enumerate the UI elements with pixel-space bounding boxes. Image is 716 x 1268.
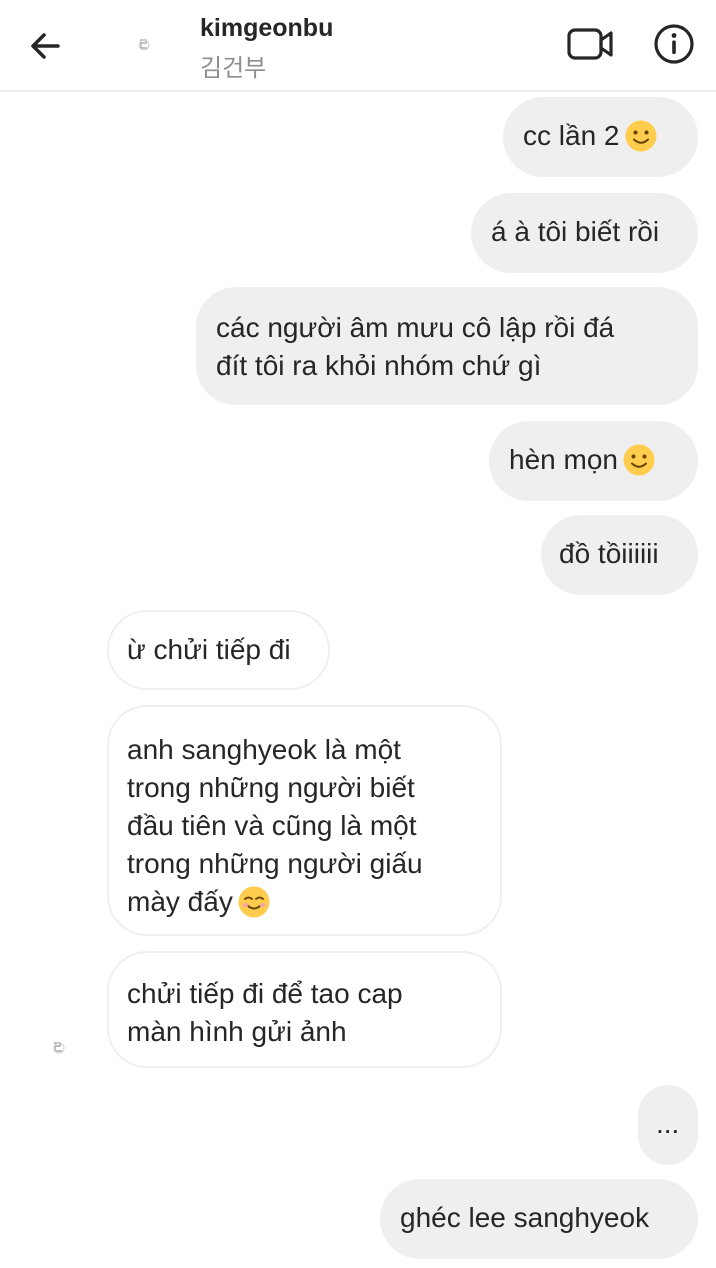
avatar[interactable] [44, 1034, 74, 1062]
message-text-line: chửi tiếp đi để tao cap [127, 978, 403, 1009]
avatar[interactable] [122, 30, 166, 60]
message-bubble-incoming[interactable]: ừ chửi tiếp đi [107, 610, 330, 690]
message-bubble-outgoing[interactable]: cc lần 2 [503, 97, 698, 177]
chat-header: kimgeonbu 김건부 [0, 0, 716, 92]
message-text-line: mày đấy [127, 886, 233, 917]
message-text: cc lần 2 [523, 120, 620, 151]
message-text: hèn mọn [509, 444, 618, 475]
message-text: ừ chửi tiếp đi [127, 634, 291, 665]
message-text: á à tôi biết rồi [491, 216, 660, 247]
chat-username[interactable]: kimgeonbu [200, 14, 333, 43]
message-bubble-incoming[interactable]: anh sanghyeok là một trong những người b… [107, 705, 502, 936]
message-text-line: các người âm mưu cô lập rồi đá [216, 312, 615, 343]
message-text: ghéc lee sanghyeok [400, 1202, 650, 1233]
slightly-smiling-face-icon [622, 443, 656, 481]
slightly-smiling-face-icon [624, 119, 658, 157]
message-bubble-outgoing[interactable]: ... [638, 1085, 698, 1165]
message-bubble-outgoing[interactable]: hèn mọn [489, 421, 698, 501]
message-bubble-outgoing[interactable]: á à tôi biết rồi [471, 193, 698, 273]
video-call-button[interactable] [564, 24, 616, 64]
message-bubble-outgoing[interactable]: các người âm mưu cô lập rồi đá đít tôi r… [196, 287, 698, 405]
message-bubble-outgoing[interactable]: đồ tồiiiiii [541, 515, 698, 595]
info-button[interactable] [652, 22, 696, 66]
message-text-line: đít tôi ra khỏi nhóm chứ gì [216, 350, 542, 381]
back-button[interactable] [24, 24, 68, 68]
message-text-line: trong những người giấu [127, 848, 423, 879]
arrow-left-icon [31, 33, 60, 59]
message-bubble-incoming[interactable]: chửi tiếp đi để tao cap màn hình gửi ảnh [107, 951, 502, 1068]
message-text: đồ tồiiiiii [559, 538, 659, 569]
video-camera-icon [567, 28, 613, 60]
chat-user-subtitle: 김건부 [200, 54, 267, 82]
message-text-line: đầu tiên và cũng là một [127, 810, 417, 841]
message-bubble-outgoing[interactable]: ghéc lee sanghyeok [380, 1179, 698, 1259]
message-text: ... [656, 1108, 680, 1139]
message-text-line: anh sanghyeok là một [127, 734, 401, 765]
message-text-line: trong những người biết [127, 772, 415, 803]
info-icon [654, 24, 694, 64]
message-text-line: màn hình gửi ảnh [127, 1016, 347, 1047]
smiling-face-icon [237, 885, 271, 923]
